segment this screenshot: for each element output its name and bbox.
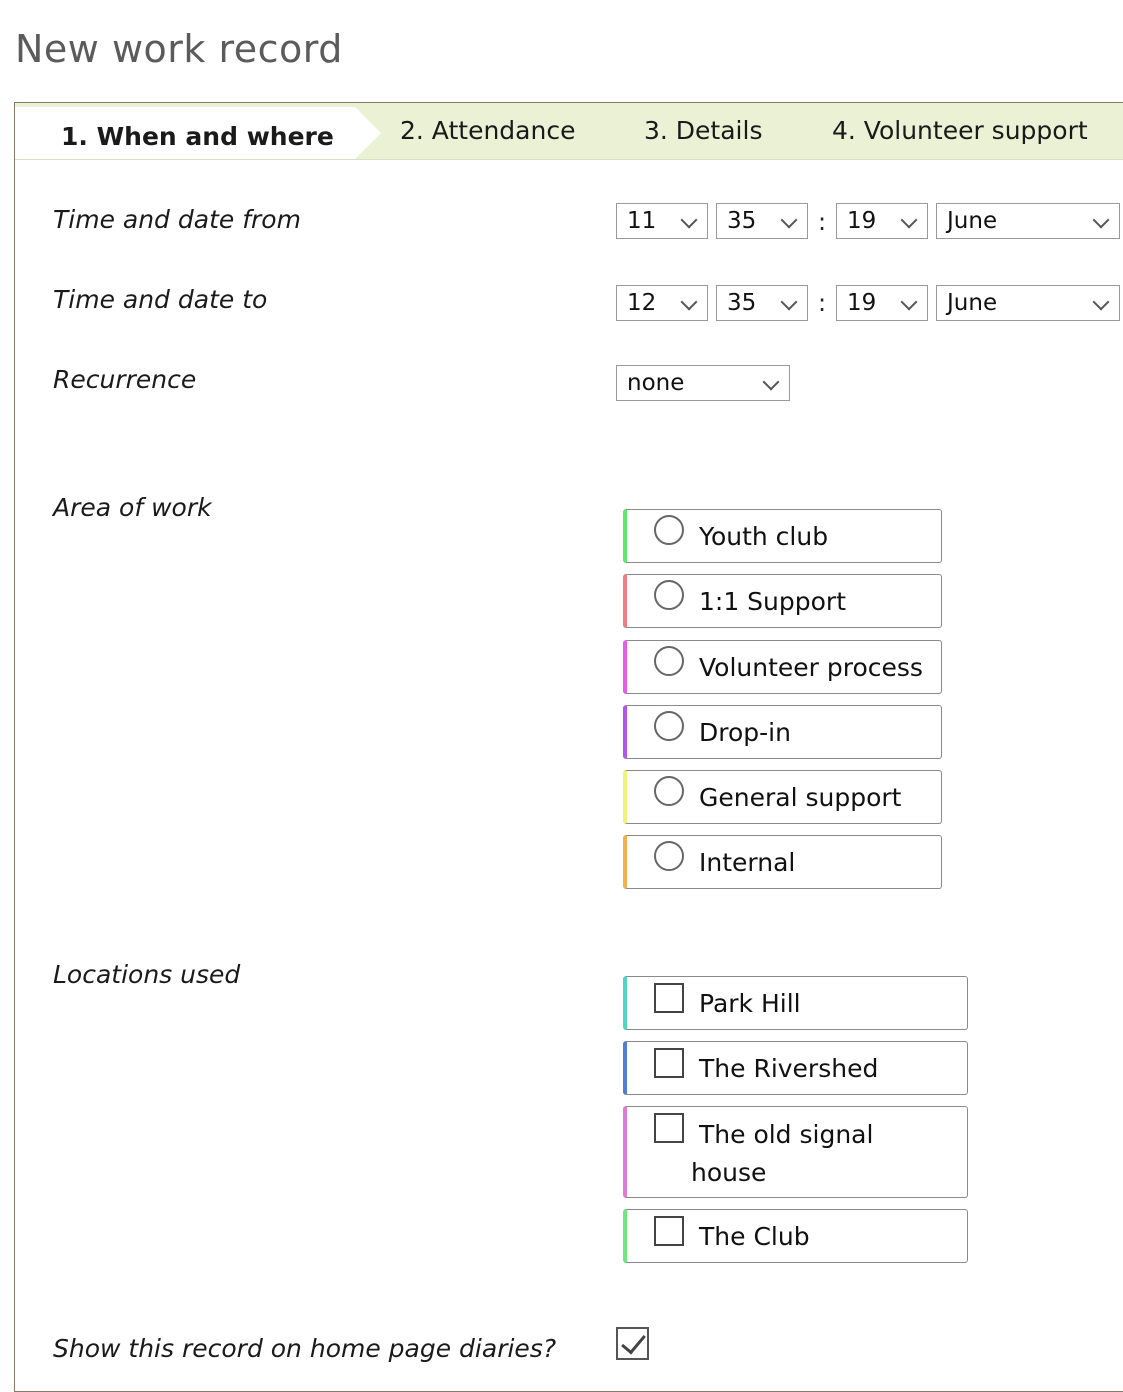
radio-icon[interactable] [654,776,684,806]
radio-icon[interactable] [654,580,684,610]
from-month-value: June [947,208,998,234]
area-option-label: Volunteer process [699,653,923,682]
checkmark-icon [621,1328,646,1355]
chevron-down-icon [1092,211,1110,229]
chevron-down-icon [780,211,798,229]
checkbox-icon[interactable] [654,1048,684,1078]
to-month-value: June [947,290,998,316]
recurrence-select[interactable]: none [616,365,790,401]
area-option-general-support[interactable]: General support [623,770,942,824]
area-option-label: Youth club [699,522,829,551]
checkbox-icon[interactable] [654,1113,684,1143]
chevron-down-icon [780,293,798,311]
time-from-label: Time and date from [53,205,301,234]
area-of-work-label: Area of work [53,493,212,522]
chevron-down-icon [1092,293,1110,311]
from-hour-select[interactable]: 11 [616,203,708,239]
to-day-value: 19 [847,290,877,316]
area-option-1-1-support[interactable]: 1:1 Support [623,574,942,628]
tab-bar: 1. When and where 2. Attendance 3. Detai… [15,103,1123,160]
chevron-down-icon [680,211,698,229]
recurrence-label: Recurrence [53,365,197,394]
location-option-the-club[interactable]: The Club [623,1209,968,1263]
time-separator: : [818,208,827,236]
home-page-label: Show this record on home page diaries? [53,1334,557,1363]
radio-icon[interactable] [654,841,684,871]
location-option-the-old-signal-house[interactable]: The old signal house [623,1106,968,1198]
location-option-label: Park Hill [699,989,801,1018]
tab-attendance[interactable]: 2. Attendance [400,103,575,159]
time-separator: : [818,289,827,317]
to-minute-value: 35 [727,290,757,316]
to-month-select[interactable]: June [936,285,1120,321]
area-option-label: Internal [699,848,796,877]
area-option-volunteer-process[interactable]: Volunteer process [623,640,942,694]
location-option-label: The old signal house [691,1120,874,1187]
chevron-down-icon [762,373,780,391]
from-minute-value: 35 [727,208,757,234]
location-option-label: The Rivershed [699,1054,879,1083]
radio-icon[interactable] [654,515,684,545]
area-option-label: General support [699,783,902,812]
from-minute-select[interactable]: 35 [716,203,808,239]
from-day-value: 19 [847,208,877,234]
recurrence-value: none [627,370,685,396]
radio-icon[interactable] [654,646,684,676]
to-day-select[interactable]: 19 [836,285,928,321]
to-minute-select[interactable]: 35 [716,285,808,321]
chevron-down-icon [900,211,918,229]
area-option-internal[interactable]: Internal [623,835,942,889]
tab-volunteer-support[interactable]: 4. Volunteer support [832,103,1088,159]
location-option-park-hill[interactable]: Park Hill [623,976,968,1030]
home-page-checkbox[interactable] [616,1327,649,1360]
tab-details[interactable]: 3. Details [644,103,762,159]
locations-label: Locations used [53,960,241,989]
chevron-down-icon [680,293,698,311]
to-hour-select[interactable]: 12 [616,285,708,321]
checkbox-icon[interactable] [654,983,684,1013]
area-option-label: 1:1 Support [699,587,847,616]
area-option-youth-club[interactable]: Youth club [623,509,942,563]
from-hour-value: 11 [627,208,657,234]
from-day-select[interactable]: 19 [836,203,928,239]
tab-when-and-where[interactable]: 1. When and where [15,107,355,159]
location-option-the-rivershed[interactable]: The Rivershed [623,1041,968,1095]
location-option-label: The Club [699,1222,810,1251]
tab-arrow [355,107,381,159]
checkbox-icon[interactable] [654,1216,684,1246]
from-month-select[interactable]: June [936,203,1120,239]
chevron-down-icon [900,293,918,311]
area-option-label: Drop-in [699,718,791,747]
page-title: New work record [15,27,343,71]
to-hour-value: 12 [627,290,657,316]
radio-icon[interactable] [654,711,684,741]
area-option-drop-in[interactable]: Drop-in [623,705,942,759]
time-to-label: Time and date to [53,285,268,314]
